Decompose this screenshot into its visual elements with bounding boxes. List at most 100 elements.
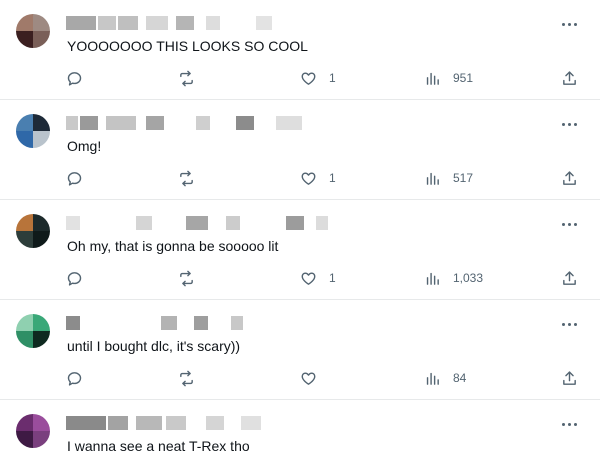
pixelated-name-block bbox=[256, 16, 272, 30]
retweet-button[interactable] bbox=[178, 68, 195, 88]
share-icon bbox=[561, 70, 578, 87]
pixelated-name-block bbox=[98, 16, 116, 30]
avatar-pixel bbox=[33, 231, 50, 248]
views-button[interactable]: 1,033 bbox=[424, 268, 483, 288]
avatar-pixel bbox=[16, 31, 33, 48]
reply-item[interactable]: Oh my, that is gonna be sooooo lit 1 1,033 bbox=[0, 200, 600, 300]
reply-text: Oh my, that is gonna be sooooo lit bbox=[67, 238, 279, 254]
avatar-pixel bbox=[16, 214, 33, 231]
blurred-username[interactable] bbox=[66, 416, 346, 430]
avatar-pixel bbox=[33, 14, 50, 31]
reply-item[interactable]: YOOOOOOO THIS LOOKS SO COOL 1 951 bbox=[0, 0, 600, 100]
avatar-pixel bbox=[33, 214, 50, 231]
reply-button[interactable] bbox=[66, 368, 83, 388]
pixelated-name-block bbox=[194, 316, 208, 330]
like-button[interactable]: 1 bbox=[300, 168, 336, 188]
heart-icon bbox=[300, 170, 317, 187]
like-count: 1 bbox=[329, 271, 336, 285]
pixelated-name-block bbox=[236, 116, 254, 130]
more-options-icon[interactable] bbox=[562, 421, 578, 427]
bar-chart-icon bbox=[424, 170, 441, 187]
avatar[interactable] bbox=[16, 214, 50, 248]
retweet-button[interactable] bbox=[178, 268, 195, 288]
pixelated-name-block bbox=[241, 416, 261, 430]
blurred-username[interactable] bbox=[66, 316, 346, 330]
heart-icon bbox=[300, 70, 317, 87]
pixelated-name-block bbox=[206, 16, 220, 30]
share-button[interactable] bbox=[561, 268, 578, 288]
avatar-pixel bbox=[33, 414, 50, 431]
avatar[interactable] bbox=[16, 314, 50, 348]
share-button[interactable] bbox=[561, 168, 578, 188]
reply-icon bbox=[66, 370, 83, 387]
blurred-username[interactable] bbox=[66, 216, 346, 230]
reply-item[interactable]: Omg! 1 517 bbox=[0, 100, 600, 200]
retweet-icon bbox=[178, 270, 195, 287]
reply-button[interactable] bbox=[66, 168, 83, 188]
reply-button[interactable] bbox=[66, 268, 83, 288]
avatar[interactable] bbox=[16, 14, 50, 48]
blurred-username[interactable] bbox=[66, 116, 346, 130]
avatar[interactable] bbox=[16, 414, 50, 448]
share-button[interactable] bbox=[561, 68, 578, 88]
pixelated-name-block bbox=[80, 116, 98, 130]
retweet-button[interactable] bbox=[178, 168, 195, 188]
reply-item[interactable]: I wanna see a neat T-Rex tho bbox=[0, 400, 600, 461]
retweet-icon bbox=[178, 70, 195, 87]
pixelated-name-block bbox=[66, 416, 106, 430]
reply-item[interactable]: until I bought dlc, it's scary)) 84 bbox=[0, 300, 600, 400]
more-options-icon[interactable] bbox=[562, 321, 578, 327]
avatar[interactable] bbox=[16, 114, 50, 148]
reply-text: until I bought dlc, it's scary)) bbox=[67, 338, 241, 354]
pixelated-name-block bbox=[118, 16, 138, 30]
blurred-username[interactable] bbox=[66, 16, 346, 30]
share-icon bbox=[561, 370, 578, 387]
retweet-icon bbox=[178, 170, 195, 187]
reply-text: YOOOOOOO THIS LOOKS SO COOL bbox=[67, 38, 308, 54]
avatar-pixel bbox=[33, 431, 50, 448]
view-count: 951 bbox=[453, 71, 474, 85]
retweet-button[interactable] bbox=[178, 368, 195, 388]
avatar-pixel bbox=[16, 431, 33, 448]
more-options-icon[interactable] bbox=[562, 21, 578, 27]
pixelated-name-block bbox=[66, 216, 80, 230]
pixelated-name-block bbox=[196, 116, 210, 130]
pixelated-name-block bbox=[161, 316, 177, 330]
reply-button[interactable] bbox=[66, 68, 83, 88]
reply-icon bbox=[66, 70, 83, 87]
like-count: 1 bbox=[329, 71, 336, 85]
avatar-pixel bbox=[33, 31, 50, 48]
avatar-pixel bbox=[33, 131, 50, 148]
like-button[interactable]: 1 bbox=[300, 68, 336, 88]
pixelated-name-block bbox=[231, 316, 243, 330]
view-count: 84 bbox=[453, 371, 467, 385]
pixelated-name-block bbox=[136, 216, 152, 230]
view-count: 517 bbox=[453, 171, 474, 185]
views-button[interactable]: 517 bbox=[424, 168, 473, 188]
avatar-pixel bbox=[33, 314, 50, 331]
avatar-pixel bbox=[16, 331, 33, 348]
pixelated-name-block bbox=[66, 116, 78, 130]
avatar-pixel bbox=[16, 131, 33, 148]
view-count: 1,033 bbox=[453, 271, 484, 285]
replies-feed: YOOOOOOO THIS LOOKS SO COOL 1 951 Omg! 1 517 O… bbox=[0, 0, 600, 461]
reply-icon bbox=[66, 170, 83, 187]
pixelated-name-block bbox=[108, 416, 128, 430]
pixelated-name-block bbox=[276, 116, 302, 130]
views-button[interactable]: 951 bbox=[424, 68, 473, 88]
heart-icon bbox=[300, 370, 317, 387]
avatar-pixel bbox=[33, 331, 50, 348]
views-button[interactable]: 84 bbox=[424, 368, 466, 388]
avatar-pixel bbox=[16, 314, 33, 331]
avatar-pixel bbox=[16, 14, 33, 31]
more-options-icon[interactable] bbox=[562, 121, 578, 127]
like-button[interactable]: 1 bbox=[300, 268, 336, 288]
bar-chart-icon bbox=[424, 370, 441, 387]
pixelated-name-block bbox=[136, 416, 162, 430]
reply-text: I wanna see a neat T-Rex tho bbox=[67, 438, 250, 454]
bar-chart-icon bbox=[424, 70, 441, 87]
like-button[interactable] bbox=[300, 368, 329, 388]
share-button[interactable] bbox=[561, 368, 578, 388]
reply-icon bbox=[66, 270, 83, 287]
more-options-icon[interactable] bbox=[562, 221, 578, 227]
